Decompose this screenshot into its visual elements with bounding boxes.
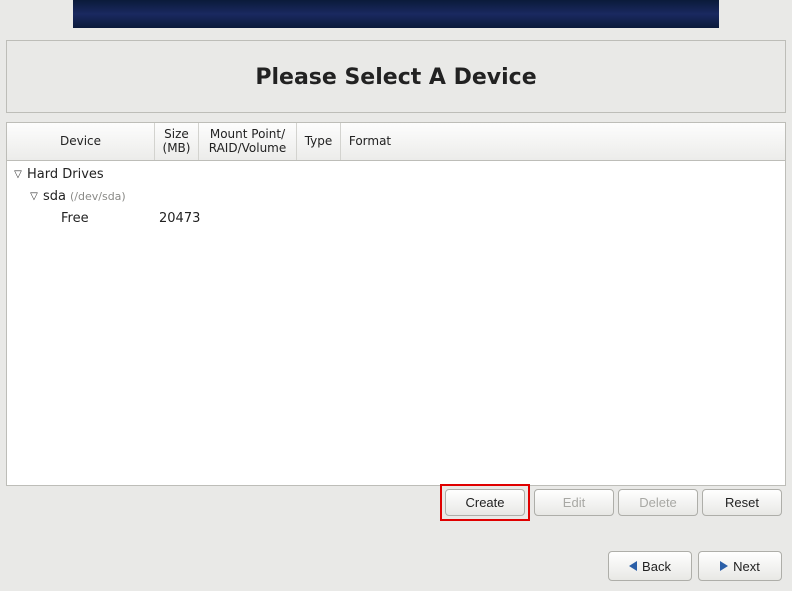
col-device[interactable]: Device — [7, 123, 155, 160]
back-button[interactable]: Back — [608, 551, 692, 581]
col-type[interactable]: Type — [297, 123, 341, 160]
create-highlight: Create — [440, 484, 530, 521]
arrow-right-icon — [720, 561, 728, 571]
page-title: Please Select A Device — [17, 65, 775, 90]
arrow-left-icon — [629, 561, 637, 571]
tree-row-root[interactable]: ▽ Hard Drives — [7, 163, 785, 185]
table-header: Device Size (MB) Mount Point/ RAID/Volum… — [7, 123, 785, 161]
tree-row-free[interactable]: Free 20473 — [7, 207, 785, 229]
next-label: Next — [733, 559, 760, 574]
col-size[interactable]: Size (MB) — [155, 123, 199, 160]
back-label: Back — [642, 559, 671, 574]
tree-row-disk[interactable]: ▽ sda (/dev/sda) — [7, 185, 785, 207]
create-button[interactable]: Create — [445, 489, 525, 516]
col-format[interactable]: Format — [341, 123, 399, 160]
free-label: Free — [61, 211, 89, 226]
free-size: 20473 — [159, 211, 203, 226]
root-label: Hard Drives — [27, 167, 104, 182]
disk-name: sda — [43, 189, 66, 204]
expander-icon[interactable]: ▽ — [11, 169, 25, 180]
header-banner — [73, 0, 719, 28]
table-body: ▽ Hard Drives ▽ sda (/dev/sda) Free 2047… — [7, 161, 785, 485]
col-mount[interactable]: Mount Point/ RAID/Volume — [199, 123, 297, 160]
edit-button: Edit — [534, 489, 614, 516]
action-buttons: Create Edit Delete Reset — [440, 484, 782, 521]
expander-icon[interactable]: ▽ — [27, 191, 41, 202]
next-button[interactable]: Next — [698, 551, 782, 581]
reset-button[interactable]: Reset — [702, 489, 782, 516]
disk-path: (/dev/sda) — [70, 190, 126, 203]
device-table: Device Size (MB) Mount Point/ RAID/Volum… — [6, 122, 786, 486]
nav-buttons: Back Next — [608, 551, 782, 581]
title-panel: Please Select A Device — [6, 40, 786, 113]
delete-button: Delete — [618, 489, 698, 516]
